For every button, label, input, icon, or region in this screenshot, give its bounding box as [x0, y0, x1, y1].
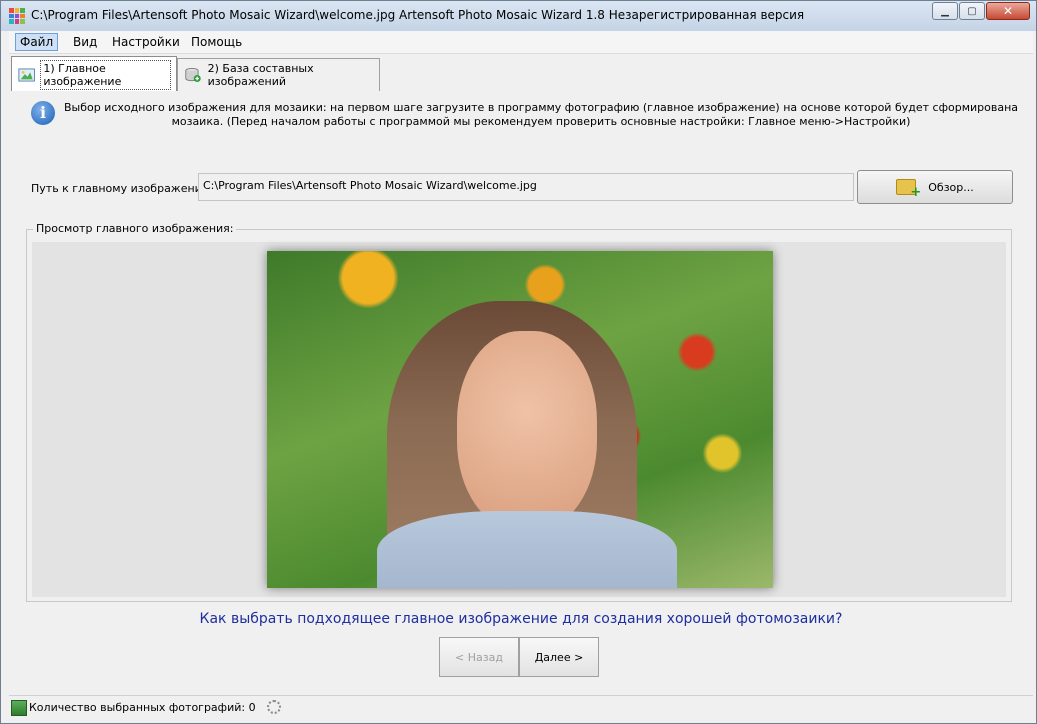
tab-main-image[interactable]: 1) Главное изображение	[11, 56, 177, 92]
database-add-icon	[185, 67, 201, 83]
portrait-figure	[377, 301, 677, 588]
info-description: Выбор исходного изображения для мозаики:…	[63, 101, 1019, 128]
image-icon	[18, 68, 35, 81]
photos-icon	[11, 700, 27, 716]
browse-button[interactable]: Обзор...	[857, 170, 1013, 204]
preview-legend: Просмотр главного изображения:	[33, 222, 237, 235]
window-title: C:\Program Files\Artensoft Photo Mosaic …	[31, 8, 805, 22]
status-bar: Количество выбранных фотографий: 0	[9, 695, 1033, 720]
info-icon: i	[31, 101, 55, 125]
preview-group: Просмотр главного изображения:	[26, 222, 1012, 602]
tab-main-image-label: 1) Главное изображение	[40, 59, 171, 90]
tab-strip: 1) Главное изображение 2) База составных…	[9, 55, 1033, 92]
help-link[interactable]: Как выбрать подходящее главное изображен…	[9, 611, 1033, 627]
menu-file[interactable]: Файл	[15, 33, 59, 51]
tab-image-database-label: 2) База составных изображений	[207, 62, 314, 88]
next-button[interactable]: Далее >	[519, 637, 599, 677]
tab-image-database[interactable]: 2) База составных изображений	[177, 58, 380, 91]
close-button[interactable]: ✕	[986, 2, 1030, 20]
status-count: Количество выбранных фотографий: 0	[29, 701, 256, 714]
menu-settings[interactable]: Настройки	[108, 34, 184, 50]
app-logo-icon	[9, 8, 25, 24]
menu-help[interactable]: Помощь	[187, 34, 246, 50]
menu-view[interactable]: Вид	[69, 34, 101, 50]
window-controls: ▁ ▢ ✕	[931, 2, 1030, 20]
path-label: Путь к главному изображению:	[31, 182, 215, 195]
main-panel: i Выбор исходного изображения для мозаик…	[9, 91, 1033, 695]
maximize-button[interactable]: ▢	[959, 2, 985, 20]
browse-button-label: Обзор...	[928, 180, 974, 194]
preview-area	[32, 242, 1006, 597]
app-window: C:\Program Files\Artensoft Photo Mosaic …	[0, 0, 1037, 724]
menu-bar: Файл Вид Настройки Помощь	[9, 31, 1033, 54]
folder-add-icon	[896, 179, 921, 200]
title-bar[interactable]: C:\Program Files\Artensoft Photo Mosaic …	[1, 1, 1036, 31]
loading-spinner-icon	[267, 700, 281, 714]
back-button[interactable]: < Назад	[439, 637, 519, 677]
path-field[interactable]: C:\Program Files\Artensoft Photo Mosaic …	[198, 173, 854, 201]
main-image-preview	[267, 251, 773, 588]
minimize-button[interactable]: ▁	[932, 2, 958, 20]
wizard-navigation: < Назад Далее >	[439, 637, 599, 677]
